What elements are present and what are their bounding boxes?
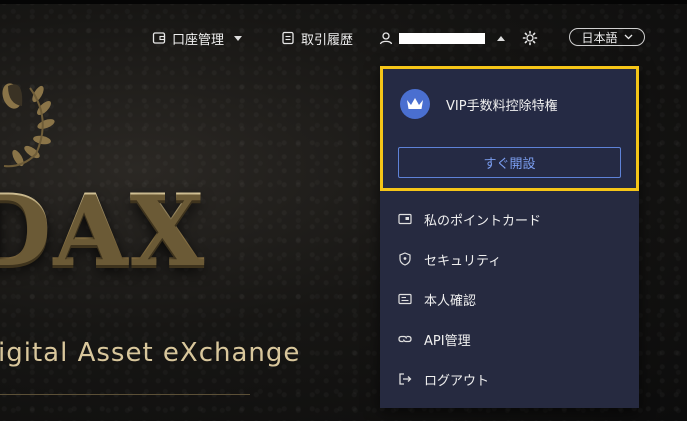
chevron-down-icon — [234, 35, 243, 41]
menu-item-label: セキュリティ — [424, 253, 502, 269]
vip-promo-card: VIP手数料控除特権 すぐ開設 — [380, 66, 639, 191]
menu-item-identity-verification[interactable]: 本人確認 — [380, 279, 639, 319]
crown-icon — [400, 89, 430, 119]
menu-item-label: 本人確認 — [424, 293, 477, 309]
shield-icon — [399, 252, 411, 266]
trade-history-label: 取引履歴 — [301, 32, 354, 48]
gear-icon — [522, 30, 538, 46]
account-management-menu[interactable]: 口座管理 — [152, 24, 243, 52]
language-selector[interactable]: 日本語 — [569, 28, 645, 46]
laurel-logo-icon — [2, 83, 55, 168]
hero-tagline: igital Asset eXchange — [0, 338, 301, 368]
chevron-up-icon — [497, 35, 505, 41]
menu-item-label: 私のポイントカード — [424, 213, 542, 229]
link-icon — [398, 335, 412, 343]
open-vip-button[interactable]: すぐ開設 — [398, 147, 621, 178]
document-icon — [282, 31, 294, 45]
hero-divider — [0, 394, 250, 395]
user-menu[interactable] — [379, 24, 505, 52]
language-label: 日本語 — [581, 30, 618, 45]
card-icon — [398, 213, 412, 225]
user-dropdown-menu: VIP手数料控除特権 すぐ開設 私のポイントカード セキュリティ 本人確認 AP… — [380, 66, 639, 408]
menu-item-api-management[interactable]: API管理 — [380, 319, 639, 359]
trade-history-link[interactable]: 取引履歴 — [281, 24, 353, 52]
top-edge — [0, 0, 687, 4]
top-navigation: 口座管理 取引履歴 日本語 — [0, 24, 687, 52]
vip-privilege-text: VIP手数料控除特権 — [446, 98, 558, 114]
logout-icon — [399, 373, 412, 385]
username-redacted — [399, 32, 485, 44]
dropdown-menu-list: 私のポイントカード セキュリティ 本人確認 API管理 ログアウト — [380, 199, 639, 399]
account-management-label: 口座管理 — [172, 32, 225, 48]
settings-button[interactable] — [522, 24, 538, 52]
menu-item-security[interactable]: セキュリティ — [380, 239, 639, 279]
vip-info-row: VIP手数料控除特権 — [400, 89, 558, 119]
menu-item-label: API管理 — [424, 333, 471, 349]
user-icon — [379, 32, 393, 45]
menu-item-point-card[interactable]: 私のポイントカード — [380, 199, 639, 239]
wallet-icon — [152, 32, 166, 44]
id-card-icon — [398, 293, 412, 305]
menu-item-label: ログアウト — [424, 373, 490, 389]
hero-logo-text: DAX — [0, 182, 206, 278]
chevron-down-icon — [624, 34, 632, 40]
menu-item-logout[interactable]: ログアウト — [380, 359, 639, 399]
